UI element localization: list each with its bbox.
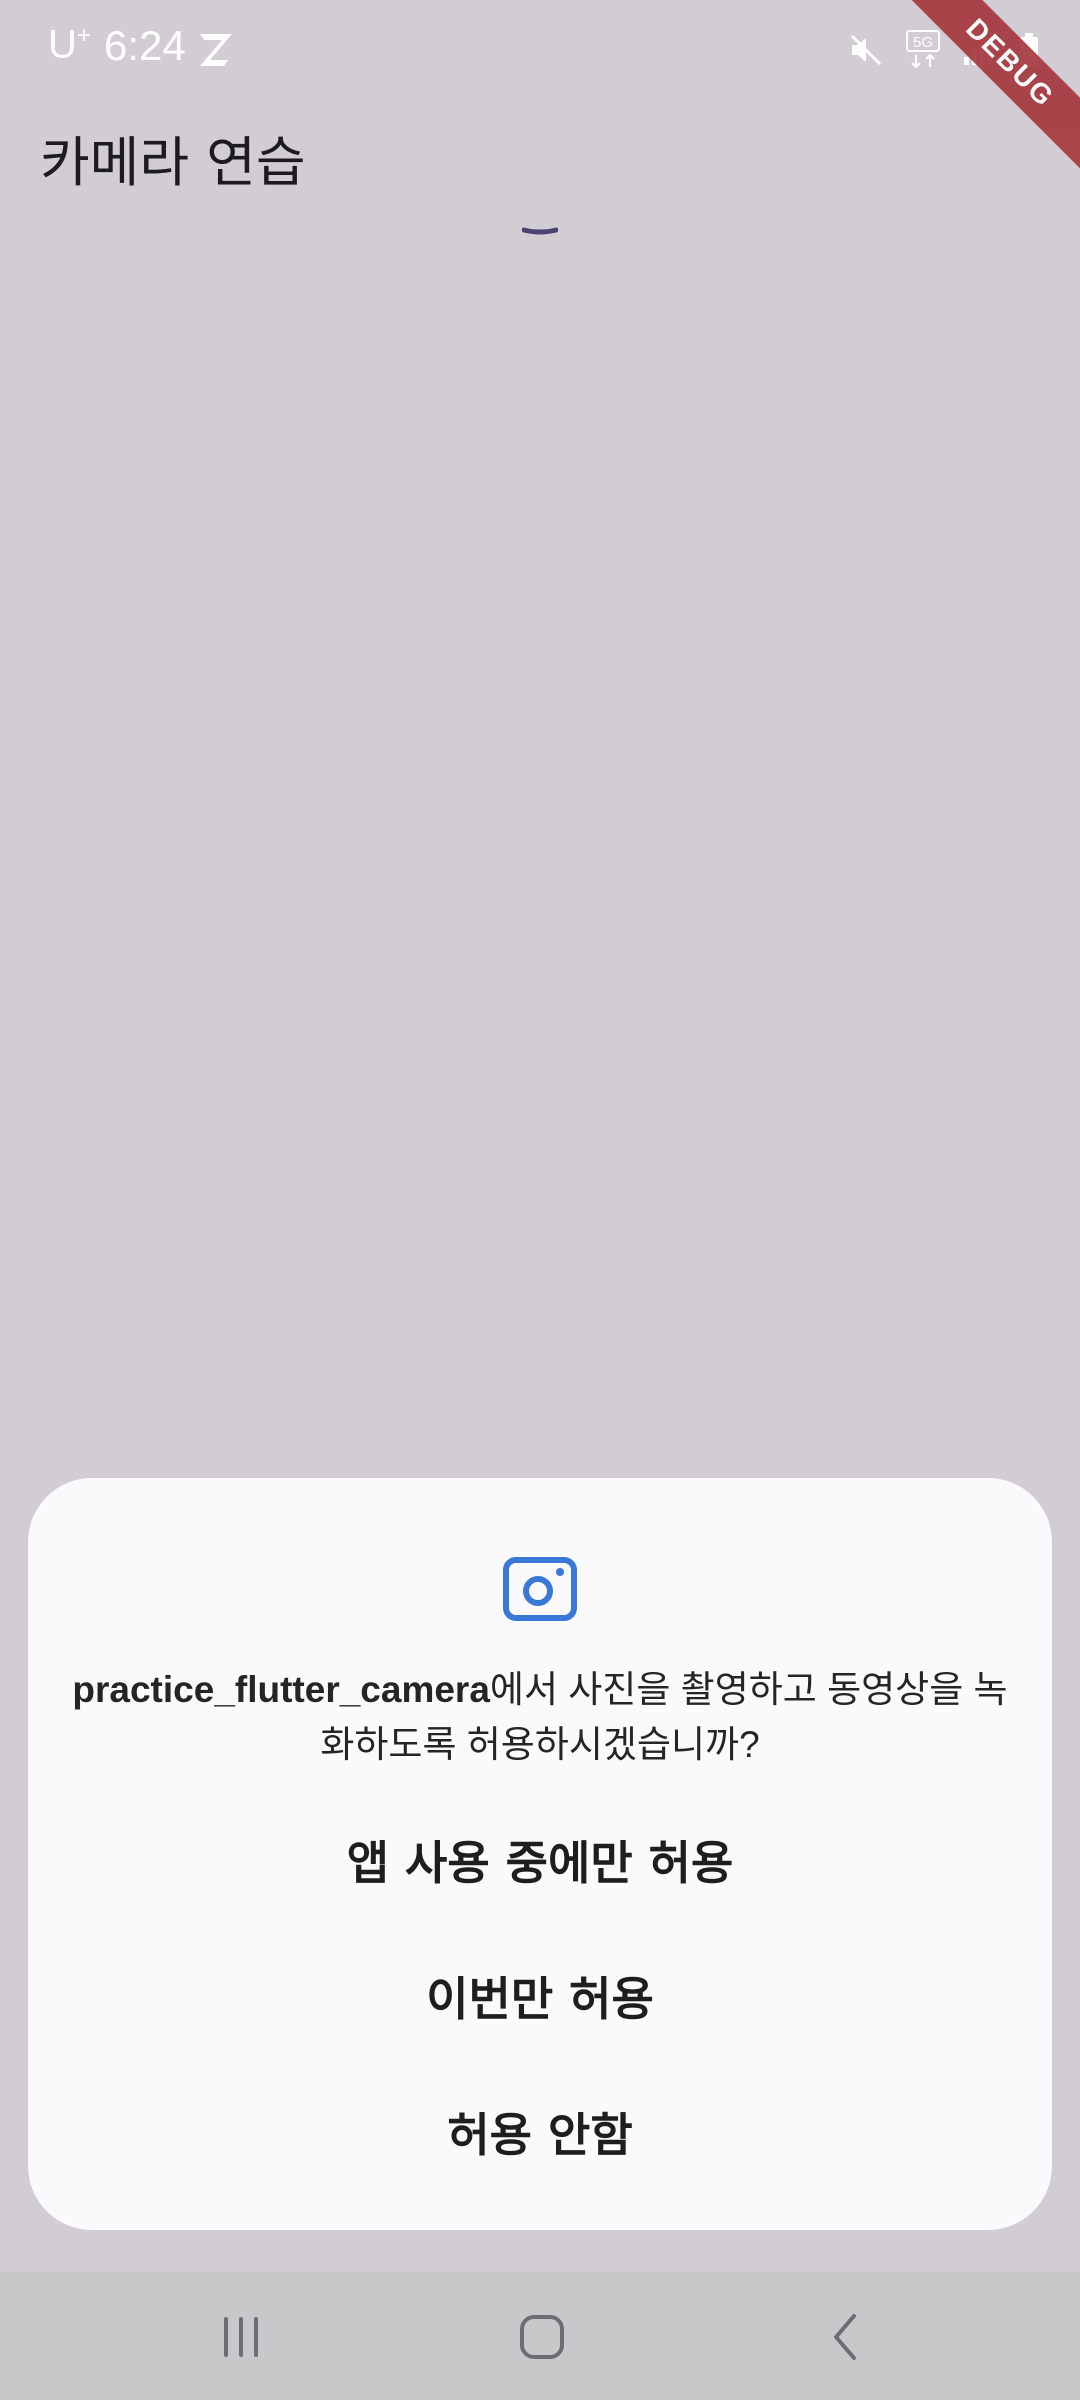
permission-dialog: practice_flutter_camera에서 사진을 촬영하고 동영상을 … [28, 1478, 1052, 2230]
app-name: practice_flutter_camera [72, 1669, 490, 1710]
mute-icon [850, 34, 882, 66]
z-icon [200, 34, 232, 66]
allow-while-using-button[interactable]: 앱 사용 중에만 허용 [28, 1805, 1052, 1915]
progress-arc [522, 227, 558, 235]
home-button[interactable] [502, 2302, 582, 2372]
carrier-label: U+ [48, 22, 91, 67]
recents-icon [224, 2317, 258, 2357]
progress-indicator [522, 227, 558, 235]
network-badge-text: 5G [913, 34, 933, 51]
page-title: 카메라 연습 [40, 131, 306, 194]
home-icon [520, 2315, 564, 2359]
back-icon [834, 2314, 856, 2360]
status-bar: U+ 6:24 5G [0, 0, 1080, 100]
recents-button[interactable] [201, 2302, 281, 2372]
deny-button[interactable]: 허용 안함 [28, 2077, 1052, 2187]
back-button[interactable] [806, 2302, 886, 2372]
status-time: 6:24 [104, 22, 186, 69]
carrier-text: U [48, 22, 77, 67]
allow-once-button[interactable]: 이번만 허용 [28, 1941, 1052, 2051]
carrier-sup: + [76, 22, 91, 49]
network-5g-icon: 5G [906, 30, 940, 69]
camera-icon [503, 1557, 577, 1621]
permission-message: practice_flutter_camera에서 사진을 촬영하고 동영상을 … [68, 1662, 1012, 1772]
navigation-bar [0, 2272, 1080, 2400]
